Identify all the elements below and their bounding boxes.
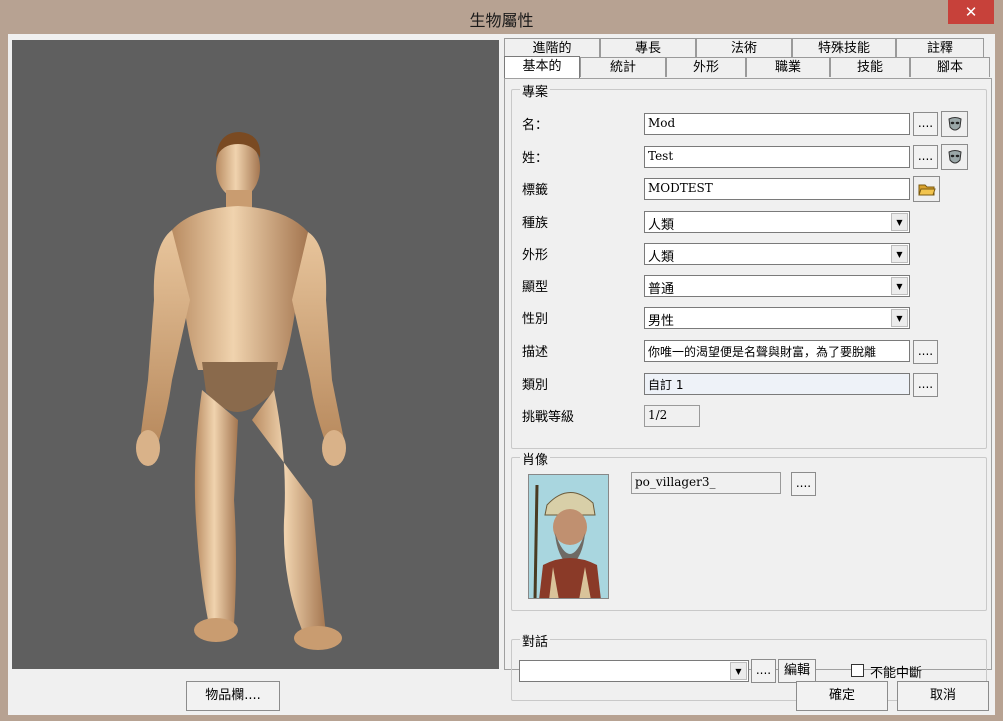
creature-model-preview [136, 132, 346, 650]
first-name-random-button[interactable]: .... [913, 112, 938, 136]
category-input[interactable]: 自訂 1 [644, 373, 910, 395]
description-label: 描述 [522, 345, 549, 360]
inventory-button[interactable]: 物品欄.... [186, 681, 280, 711]
tab-special-abilities[interactable]: 特殊技能 [792, 38, 896, 58]
tab-scripts[interactable]: 腳本 [910, 57, 990, 77]
description-input[interactable]: 你唯一的渴望便是名聲與財富，為了要脫離 [644, 340, 910, 362]
chevron-down-icon[interactable]: ▼ [891, 213, 908, 231]
dialog-client: 進階的 專長 法術 特殊技能 註釋 基本的 統計 外形 職業 技能 腳本 專案 … [8, 34, 995, 715]
no-interrupt-checkbox[interactable] [851, 664, 864, 677]
chevron-down-icon[interactable]: ▼ [891, 277, 908, 295]
profile-group-label: 專案 [520, 81, 551, 100]
gender-select[interactable]: 男性 ▼ [644, 307, 910, 329]
tab-comments[interactable]: 註釋 [896, 38, 984, 58]
chevron-down-icon[interactable]: ▼ [891, 245, 908, 263]
first-name-label: 名： [522, 118, 549, 133]
tag-label: 標籤 [522, 183, 549, 198]
conversation-browse-button[interactable]: .... [751, 659, 776, 683]
no-interrupt-label: 不能中斷 [870, 666, 923, 681]
category-label: 類別 [522, 378, 549, 393]
tab-advanced[interactable]: 進階的 [504, 38, 600, 58]
race-select-value: 人類 [648, 218, 675, 233]
portrait-group-label: 肖像 [520, 449, 551, 468]
properties-panel: 進階的 專長 法術 特殊技能 註釋 基本的 統計 外形 職業 技能 腳本 專案 … [502, 38, 993, 701]
last-name-label: 姓： [522, 151, 549, 166]
gender-label: 性別 [522, 312, 549, 327]
last-name-mask-button[interactable] [941, 144, 968, 170]
type-label: 顯型 [522, 280, 549, 295]
face-mask-icon [948, 117, 962, 131]
profile-group: 專案 名： Mod .... 姓： Test .... 標籤 MODTEST 種… [511, 81, 987, 449]
challenge-rating-value: 1/2 [644, 405, 700, 427]
gender-select-value: 男性 [648, 314, 675, 329]
portrait-group: 肖像 po_villager3_ .... [511, 449, 987, 611]
model-preview-viewport[interactable] [12, 40, 499, 669]
conversation-select[interactable]: ▼ [519, 660, 749, 682]
tab-classes[interactable]: 職業 [746, 57, 830, 77]
chevron-down-icon[interactable]: ▼ [730, 662, 747, 680]
creature-properties-window: 生物屬性 ✕ 進階的 專長 法術 特殊技能 註釋 基本的 統計 外形 職業 技能… [0, 0, 1003, 721]
close-icon: ✕ [964, 3, 978, 21]
conversation-edit-button[interactable]: 編輯 [778, 659, 816, 683]
ok-button[interactable]: 確定 [796, 681, 888, 711]
race-label: 種族 [522, 216, 549, 231]
appearance-select-value: 人類 [648, 250, 675, 265]
last-name-random-button[interactable]: .... [913, 145, 938, 169]
last-name-input[interactable]: Test [644, 146, 910, 168]
tab-content-basic: 專案 名： Mod .... 姓： Test .... 標籤 MODTEST 種… [504, 78, 992, 701]
open-folder-icon [918, 184, 936, 196]
appearance-select[interactable]: 人類 ▼ [644, 243, 910, 265]
portrait-browse-button[interactable]: .... [791, 472, 816, 496]
portrait-resref-value: po_villager3_ [631, 472, 781, 494]
type-select-value: 普通 [648, 282, 675, 297]
type-select[interactable]: 普通 ▼ [644, 275, 910, 297]
tab-skills[interactable]: 技能 [830, 57, 910, 77]
window-title: 生物屬性 [469, 11, 534, 30]
tab-statistics[interactable]: 統計 [580, 57, 666, 77]
description-edit-button[interactable]: .... [913, 340, 938, 364]
face-mask-icon [948, 150, 962, 164]
first-name-mask-button[interactable] [941, 111, 968, 137]
cancel-button[interactable]: 取消 [897, 681, 989, 711]
tag-folder-button[interactable] [913, 176, 940, 202]
tab-appearance[interactable]: 外形 [666, 57, 746, 77]
chevron-down-icon[interactable]: ▼ [891, 309, 908, 327]
portrait-image [528, 474, 609, 599]
race-select[interactable]: 人類 ▼ [644, 211, 910, 233]
portrait-illustration [529, 475, 608, 598]
close-button[interactable]: ✕ [948, 0, 994, 24]
appearance-label: 外形 [522, 248, 549, 263]
challenge-rating-label: 挑戰等級 [522, 410, 575, 425]
tag-input[interactable]: MODTEST [644, 178, 910, 200]
first-name-input[interactable]: Mod [644, 113, 910, 135]
title-bar[interactable]: 生物屬性 ✕ [0, 0, 1003, 34]
conversation-group-label: 對話 [520, 631, 551, 650]
tab-feats[interactable]: 專長 [600, 38, 696, 58]
category-edit-button[interactable]: .... [913, 373, 938, 397]
tab-basic[interactable]: 基本的 [504, 56, 580, 78]
tab-spells[interactable]: 法術 [696, 38, 792, 58]
